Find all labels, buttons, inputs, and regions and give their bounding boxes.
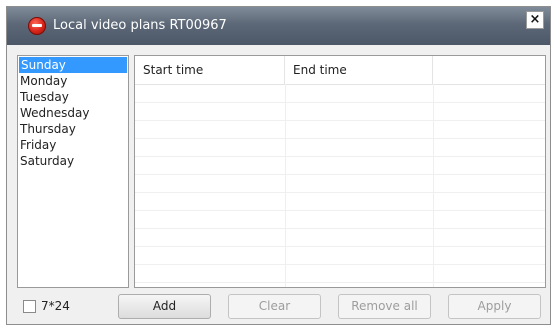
button-bar: 7*24 Add Clear Remove all Apply [7,290,550,320]
table-row [135,85,545,103]
all-week-checkbox[interactable] [23,300,36,313]
table-row [135,247,545,265]
table-header: Start time End time [135,56,545,85]
table-row [135,121,545,139]
table-row [135,103,545,121]
table-row [135,229,545,247]
day-item-thursday[interactable]: Thursday [18,121,128,137]
table-row [135,175,545,193]
column-header-empty [433,56,545,84]
day-item-tuesday[interactable]: Tuesday [18,89,128,105]
day-list[interactable]: Sunday Monday Tuesday Wednesday Thursday… [17,55,129,288]
table-row [135,211,545,229]
day-item-sunday[interactable]: Sunday [19,57,127,73]
remove-all-button[interactable]: Remove all [338,294,431,319]
schedule-table[interactable]: Start time End time [134,55,546,288]
table-row [135,193,545,211]
close-button[interactable]: × [526,11,544,29]
clear-button[interactable]: Clear [228,294,321,319]
window-title: Local video plans RT00967 [53,18,227,33]
title-bar[interactable]: Local video plans RT00967 [7,7,550,45]
app-icon [28,17,46,35]
local-video-plans-dialog: Local video plans RT00967 × Sunday Monda… [6,6,551,325]
table-row [135,265,545,283]
table-row [135,139,545,157]
day-item-saturday[interactable]: Saturday [18,153,128,169]
column-header-end-time[interactable]: End time [285,56,433,84]
add-button[interactable]: Add [118,294,211,319]
day-item-monday[interactable]: Monday [18,73,128,89]
apply-button[interactable]: Apply [448,294,541,319]
day-item-wednesday[interactable]: Wednesday [18,105,128,121]
table-row [135,157,545,175]
column-header-start-time[interactable]: Start time [135,56,285,84]
day-item-friday[interactable]: Friday [18,137,128,153]
all-week-label[interactable]: 7*24 [41,299,70,313]
